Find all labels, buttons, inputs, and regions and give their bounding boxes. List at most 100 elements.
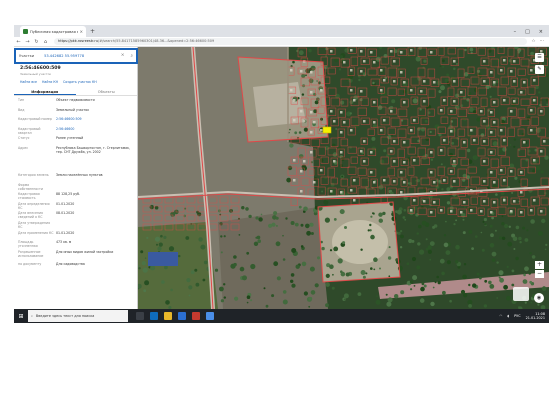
search-icon[interactable]: ⌕ [130, 53, 133, 59]
menu-icon[interactable]: ⋯ [540, 39, 545, 44]
locate-icon[interactable]: ◉ [534, 293, 544, 303]
house-roof [413, 199, 416, 202]
tree [140, 250, 144, 254]
tree [360, 270, 366, 275]
house-roof [443, 99, 446, 102]
tree [377, 105, 383, 110]
tree [492, 83, 496, 86]
tree [383, 149, 387, 153]
new-tab-button[interactable]: + [90, 27, 95, 37]
windows-start-icon[interactable]: ⊞ [14, 313, 28, 320]
tree [223, 283, 226, 286]
house-roof [480, 210, 483, 213]
tree [154, 205, 159, 210]
tree [298, 205, 302, 209]
house-roof [433, 201, 436, 204]
tree [308, 49, 312, 53]
attribute-value[interactable]: 2:56:46600:509 [56, 117, 133, 121]
edge-icon[interactable] [150, 312, 158, 320]
tree [489, 224, 493, 228]
tree [372, 212, 374, 215]
forward-icon[interactable]: → [23, 39, 32, 45]
house-roof [410, 89, 413, 92]
clear-icon[interactable]: × [121, 53, 125, 59]
zoom-in-button[interactable]: + [535, 261, 544, 269]
search-box[interactable]: Участки 53.442682 55.959778 × ⌕ [14, 48, 138, 64]
house-roof [483, 120, 486, 123]
window-controls: – □ × [514, 27, 549, 37]
tree [388, 275, 391, 278]
tree [464, 48, 467, 52]
tree [483, 304, 488, 308]
browser-tab[interactable]: Публичная кадастровая карта × [20, 26, 86, 37]
tree [372, 81, 375, 85]
edit-icon[interactable]: ✎ [535, 65, 544, 74]
house-roof [503, 99, 506, 102]
tree [396, 209, 402, 215]
mail-icon[interactable] [192, 312, 200, 320]
tree [400, 230, 403, 233]
close-window-icon[interactable]: × [539, 27, 543, 37]
attribute-value[interactable]: 2:56:46600 [56, 127, 133, 131]
house-roof [300, 70, 303, 73]
tree [233, 255, 237, 259]
star-icon[interactable]: ☆ [531, 39, 535, 44]
browser-app-icon[interactable] [206, 312, 214, 320]
task-view-icon[interactable] [136, 312, 144, 320]
tree [341, 175, 344, 178]
tree [429, 258, 432, 261]
tree [538, 231, 543, 236]
house-roof [363, 120, 366, 123]
home-icon[interactable]: ⌂ [41, 39, 50, 45]
tree [451, 162, 457, 168]
language-indicator[interactable]: РУС [514, 314, 520, 318]
tree [163, 235, 167, 239]
tree [287, 165, 293, 171]
tree [529, 252, 532, 255]
house-roof [473, 139, 476, 142]
network-icon[interactable]: ◠ [499, 314, 502, 318]
tree [141, 261, 147, 266]
tree [378, 218, 383, 223]
tree [408, 238, 413, 244]
tab-information[interactable]: Информация [14, 88, 76, 95]
minimap[interactable] [513, 287, 529, 301]
tree [421, 282, 425, 286]
layers-icon[interactable]: ☰ [535, 53, 544, 62]
tree [513, 145, 516, 148]
back-icon[interactable]: ← [14, 39, 23, 45]
action-link[interactable]: Найти все [20, 80, 37, 84]
tree [430, 158, 434, 161]
minimize-icon[interactable]: – [514, 27, 517, 37]
maximize-icon[interactable]: □ [525, 27, 530, 37]
clock[interactable]: 11:08 21.01.2021 [526, 312, 545, 320]
house-roof [520, 191, 523, 194]
tree [441, 188, 444, 191]
tree [150, 265, 156, 271]
url-input[interactable]: https://pkk.rosreestr.ru/#/search/55.841… [54, 38, 528, 45]
tree [545, 243, 548, 246]
tree [515, 256, 519, 261]
reload-icon[interactable]: ↻ [32, 39, 41, 45]
close-tab-icon[interactable]: × [80, 29, 83, 34]
tree [143, 289, 147, 293]
satellite-map[interactable]: ☰ ✎ + − ◉ [138, 47, 549, 309]
zoom-out-button[interactable]: − [535, 270, 544, 278]
house-roof [343, 121, 346, 124]
house-roof [493, 101, 496, 104]
file-explorer-icon[interactable] [164, 312, 172, 320]
search-input[interactable]: 53.442682 55.959778 [44, 54, 121, 58]
volume-icon[interactable]: ◖ [507, 314, 509, 318]
tree [422, 66, 425, 69]
tree [443, 234, 447, 237]
tab-objects[interactable]: Объекты [76, 88, 138, 95]
taskbar-search[interactable]: ⌕ Введите здесь текст для поиска [28, 310, 128, 322]
action-link[interactable]: Создать участок КН [63, 80, 97, 84]
tree [544, 248, 547, 251]
search-box-icons: × ⌕ [121, 53, 133, 59]
store-icon[interactable] [178, 312, 186, 320]
action-link[interactable]: Найти КН [42, 80, 58, 84]
blue-roof [148, 252, 178, 266]
search-type-select[interactable]: Участки [19, 54, 34, 58]
attribute-row: Дата применения КС 01.01.2020 [14, 231, 137, 241]
